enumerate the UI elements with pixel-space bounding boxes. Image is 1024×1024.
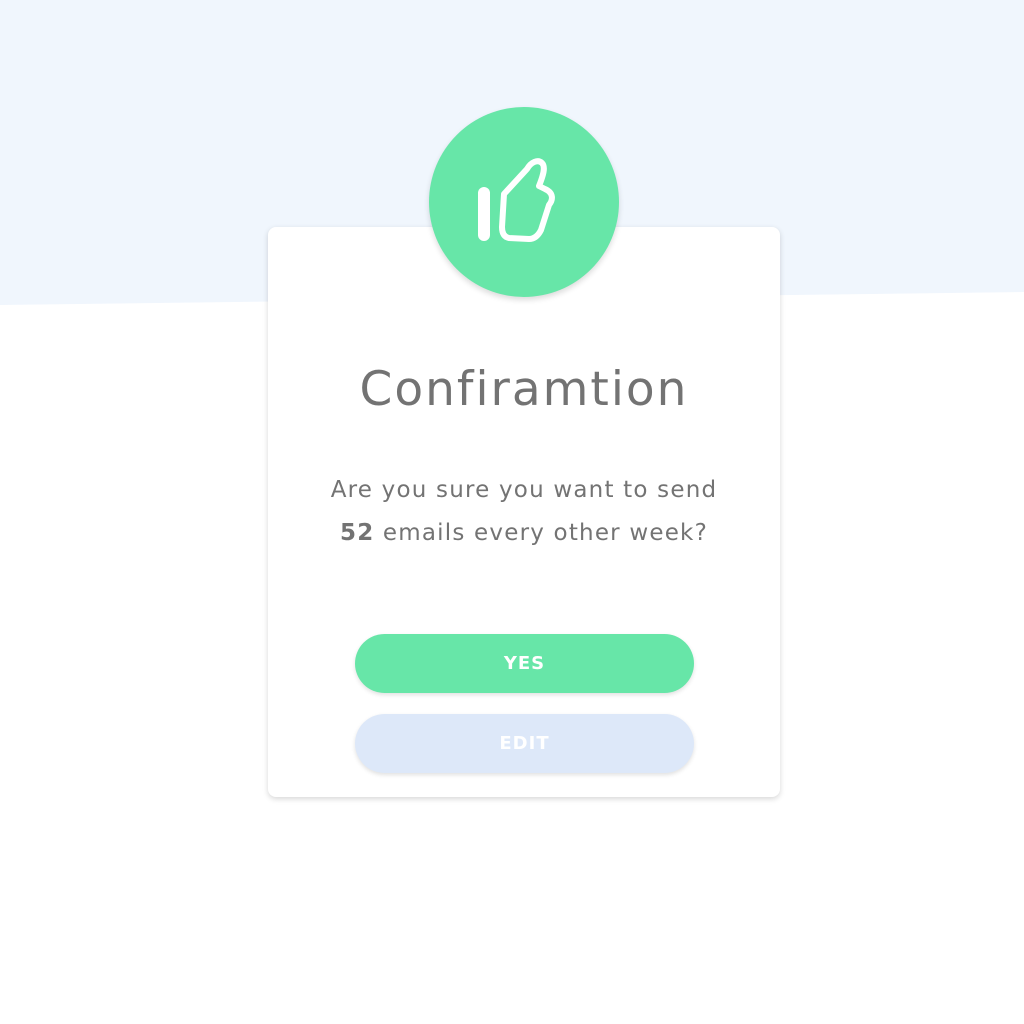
dialog-message: Are you sure you want to send 52 emails … [328,469,720,555]
email-count: 52 [340,520,375,546]
confirmation-badge [429,107,619,297]
dialog-title: Confiramtion [359,362,689,417]
edit-button[interactable]: EDIT [355,714,694,773]
message-text-start: Are you sure you want to send [330,477,718,503]
yes-button[interactable]: YES [355,634,694,693]
page: Confiramtion Are you sure you want to se… [0,0,1024,1024]
message-text-end: emails every other week? [374,520,708,546]
thumbs-up-icon [478,158,555,242]
